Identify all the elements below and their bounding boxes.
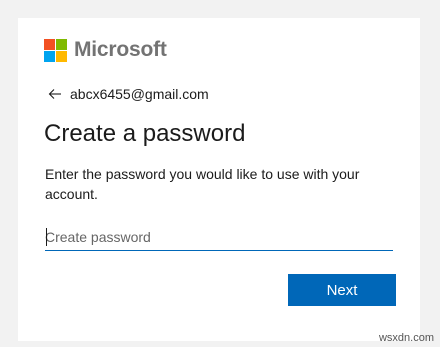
- page-title: Create a password: [44, 120, 246, 147]
- brand-name: Microsoft: [74, 38, 167, 61]
- signin-card: Microsoft abcx6455@gmail.com Create a pa…: [18, 18, 420, 341]
- password-input[interactable]: [45, 224, 393, 251]
- identity-email: abcx6455@gmail.com: [70, 86, 209, 102]
- text-caret: [46, 228, 47, 246]
- page-description: Enter the password you would like to use…: [45, 166, 360, 202]
- next-button[interactable]: Next: [288, 274, 396, 306]
- microsoft-logo-icon: [44, 38, 67, 62]
- watermark: wsxdn.com: [378, 332, 434, 344]
- identity-banner: abcx6455@gmail.com: [48, 84, 209, 104]
- back-arrow-icon[interactable]: [48, 87, 62, 101]
- microsoft-logo: Microsoft: [44, 38, 167, 62]
